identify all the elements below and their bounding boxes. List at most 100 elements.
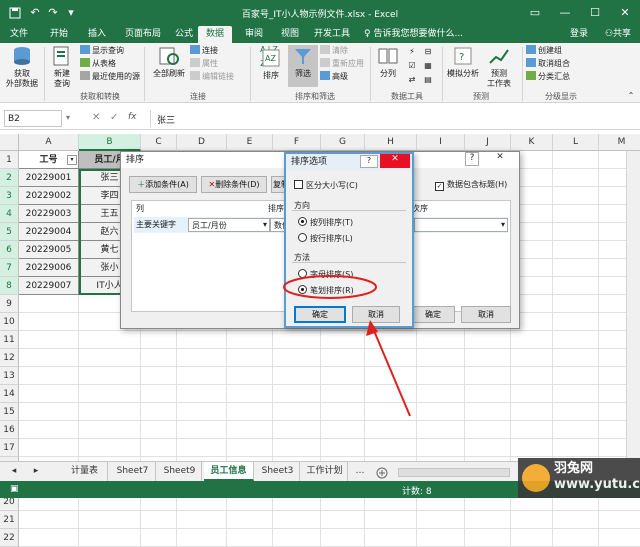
row-header[interactable]: 14 <box>0 385 19 403</box>
cell[interactable] <box>553 511 599 529</box>
properties-button[interactable]: 属性 <box>190 58 218 69</box>
cell[interactable] <box>417 385 465 403</box>
cell[interactable] <box>365 367 417 385</box>
minimize-icon[interactable]: — <box>550 0 580 26</box>
cell[interactable] <box>177 349 227 367</box>
cell[interactable] <box>141 421 177 439</box>
reapply-button[interactable]: 重新应用 <box>320 58 364 69</box>
primary-key-select[interactable]: 员工/月份 ▾ <box>188 218 270 232</box>
cell[interactable] <box>511 403 553 421</box>
cell[interactable] <box>141 403 177 421</box>
cell[interactable] <box>465 511 511 529</box>
cell[interactable] <box>553 385 599 403</box>
options-ok-button[interactable]: 确定 <box>294 306 346 323</box>
cell[interactable] <box>365 529 417 547</box>
cell[interactable] <box>365 385 417 403</box>
row-header[interactable]: 10 <box>0 313 19 331</box>
cell[interactable] <box>417 439 465 457</box>
cell[interactable] <box>321 439 365 457</box>
options-close-icon[interactable]: ✕ <box>380 154 410 168</box>
cell[interactable] <box>141 331 177 349</box>
tab-view[interactable]: 视图 <box>276 26 304 43</box>
cell[interactable] <box>553 421 599 439</box>
column-header-a[interactable]: A <box>19 134 79 151</box>
cell[interactable] <box>465 349 511 367</box>
cell[interactable] <box>273 511 321 529</box>
row-header[interactable]: 7 <box>0 259 19 277</box>
column-header-h[interactable]: H <box>365 134 417 151</box>
cell[interactable] <box>79 529 141 547</box>
sheet-tab[interactable]: Sheet9 <box>158 462 202 481</box>
cancel-entry-icon[interactable]: ✕ <box>92 112 100 123</box>
by-row-radio[interactable]: 按行排序(L) <box>298 233 353 244</box>
sheet-tab[interactable]: 工作计划 <box>302 462 348 481</box>
cell[interactable] <box>227 439 273 457</box>
cell[interactable] <box>553 313 599 331</box>
tab-review[interactable]: 审阅 <box>240 26 268 43</box>
cell[interactable] <box>19 439 79 457</box>
options-help-button[interactable]: ? <box>360 155 378 168</box>
group-button[interactable]: 创建组 <box>526 45 562 56</box>
name-box[interactable]: B2 <box>4 110 62 127</box>
cell[interactable] <box>511 331 553 349</box>
cell[interactable] <box>19 421 79 439</box>
tab-insert[interactable]: 插入 <box>82 26 112 43</box>
cell[interactable] <box>273 349 321 367</box>
show-query-button[interactable]: 显示查询 <box>80 45 124 56</box>
cell[interactable] <box>141 385 177 403</box>
add-sheet-icon[interactable] <box>376 467 394 479</box>
cell-employee-id[interactable]: 20229003 <box>19 205 79 223</box>
cell[interactable] <box>553 205 599 223</box>
cell[interactable] <box>141 529 177 547</box>
scroll-left-icon[interactable]: ◂ <box>4 462 24 481</box>
column-header-m[interactable]: M <box>599 134 640 151</box>
cell[interactable] <box>141 439 177 457</box>
recent-source-button[interactable]: 最近使用的源 <box>80 71 140 82</box>
cell-employee-id[interactable]: 20229004 <box>19 223 79 241</box>
cell[interactable] <box>511 367 553 385</box>
case-sensitive-checkbox[interactable]: 区分大小写(C) <box>294 180 358 191</box>
by-letter-radio[interactable]: 字母排序(S) <box>298 269 353 280</box>
manage-data-model-icon[interactable]: ▤ <box>420 75 436 85</box>
cell[interactable] <box>417 529 465 547</box>
cell[interactable] <box>553 187 599 205</box>
from-table-button[interactable]: 从表格 <box>80 58 116 69</box>
sort-ok-button[interactable]: 确定 <box>411 306 455 323</box>
cell[interactable] <box>177 439 227 457</box>
vertical-scrollbar[interactable] <box>626 151 640 461</box>
cell[interactable] <box>321 331 365 349</box>
cell[interactable] <box>79 439 141 457</box>
cell[interactable] <box>19 529 79 547</box>
cell[interactable] <box>19 349 79 367</box>
row-header[interactable]: 8 <box>0 277 19 295</box>
cell[interactable] <box>141 511 177 529</box>
cell[interactable] <box>553 331 599 349</box>
login-link[interactable]: 登录 <box>566 26 592 43</box>
sort-help-button[interactable]: ? <box>465 152 479 166</box>
horizontal-scrollbar[interactable] <box>398 468 510 477</box>
cell-employee-id[interactable]: 20229006 <box>19 259 79 277</box>
tab-developer[interactable]: 开发工具 <box>310 26 354 43</box>
get-external-data-button[interactable]: 获取 外部数据 <box>2 45 42 89</box>
sort-close-icon[interactable]: ✕ <box>483 152 517 166</box>
sheet-tab-active[interactable]: 员工信息 <box>204 462 254 481</box>
cell[interactable] <box>177 367 227 385</box>
cell[interactable] <box>321 367 365 385</box>
consolidate-icon[interactable]: ▦ <box>420 61 436 71</box>
cell[interactable] <box>465 403 511 421</box>
cell[interactable] <box>177 331 227 349</box>
cell[interactable] <box>321 349 365 367</box>
row-header[interactable]: 6 <box>0 241 19 259</box>
cell[interactable] <box>321 421 365 439</box>
cell[interactable] <box>365 511 417 529</box>
cell[interactable] <box>365 439 417 457</box>
cell-employee-id[interactable]: 20229002 <box>19 187 79 205</box>
advanced-button[interactable]: 高级 <box>320 71 348 82</box>
tab-data[interactable]: 数据 <box>198 26 232 43</box>
cell[interactable] <box>553 349 599 367</box>
text-to-columns-button[interactable]: 分列 <box>374 45 402 79</box>
maximize-icon[interactable]: ☐ <box>580 0 610 26</box>
filter-button[interactable]: 筛选 <box>288 45 318 87</box>
cell[interactable] <box>365 349 417 367</box>
cell[interactable] <box>417 331 465 349</box>
